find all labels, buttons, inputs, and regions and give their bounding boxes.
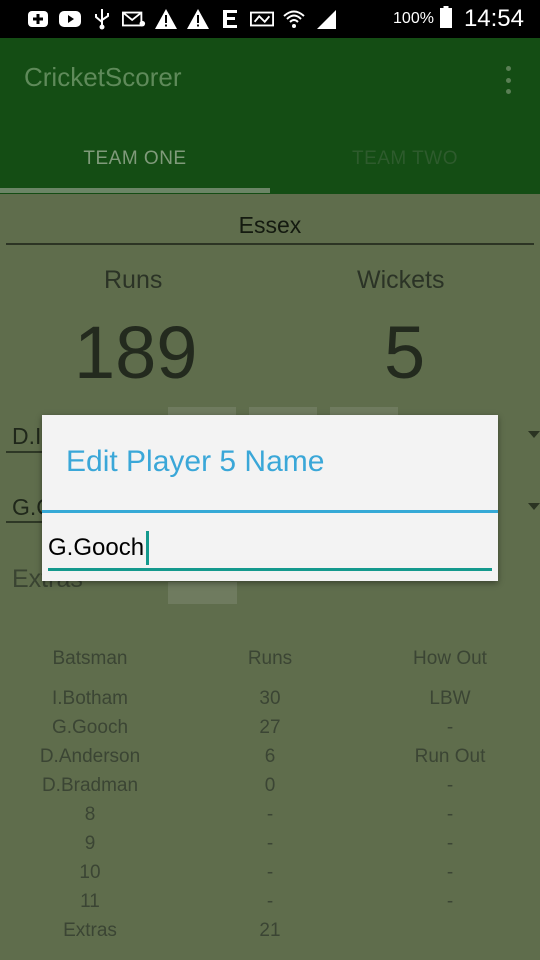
cell-how-out: - — [446, 862, 454, 883]
cell-how-out: - — [446, 891, 454, 912]
cell-runs: - — [266, 833, 274, 854]
cell-batsman: 11 — [80, 891, 100, 912]
clock: 14:54 — [463, 5, 524, 32]
edit-name-dialog: Edit Player 5 Name G.Gooch — [42, 415, 498, 581]
tab-team-one[interactable]: TEAM ONE — [0, 134, 270, 196]
extras-button[interactable] — [168, 582, 237, 604]
dialog-divider — [42, 510, 498, 513]
cell-runs: 21 — [259, 920, 281, 941]
cell-batsman: 8 — [84, 804, 96, 825]
wifi-icon — [282, 8, 306, 30]
dropdown-underline — [6, 451, 46, 453]
table-row: 9 - - — [0, 833, 540, 862]
cell-batsman: Extras — [63, 920, 117, 941]
app-title: CricketScorer — [24, 62, 182, 92]
cell-how-out: Run Out — [414, 746, 486, 767]
usb-icon — [90, 8, 114, 30]
input-underline — [48, 568, 492, 571]
table-row: 11 - - — [0, 891, 540, 920]
wickets-label: Wickets — [357, 266, 445, 294]
nfc-icon — [250, 8, 274, 30]
cell-runs: 30 — [259, 688, 281, 709]
plus-icon — [26, 8, 50, 30]
cell-batsman: 10 — [79, 862, 101, 883]
cell-batsman: 9 — [84, 833, 96, 854]
dropdown-arrow-icon[interactable] — [528, 503, 540, 510]
tab-team-two[interactable]: TEAM TWO — [270, 134, 540, 196]
dropdown-underline — [6, 521, 46, 523]
col-header-runs: Runs — [247, 648, 293, 669]
cell-runs: 27 — [259, 717, 281, 738]
col-header-how-out: How Out — [413, 648, 487, 669]
col-header-batsman: Batsman — [52, 648, 128, 669]
table-row: I.Botham 30 LBW — [0, 688, 540, 717]
table-row: D.Anderson 6 Run Out — [0, 746, 540, 775]
table-row: 10 - - — [0, 862, 540, 891]
warning-icon — [154, 8, 178, 30]
text-cursor — [146, 531, 150, 565]
team-name: Essex — [6, 212, 534, 245]
cell-how-out: - — [446, 804, 454, 825]
cell-batsman: G.Gooch — [51, 717, 129, 738]
player-name-value[interactable]: G.Gooch — [48, 530, 144, 566]
cell-how-out: - — [446, 717, 454, 738]
mail-icon — [122, 8, 146, 30]
runs-value: 189 — [74, 311, 198, 394]
battery-icon — [439, 5, 452, 33]
cell-runs: 0 — [264, 775, 276, 796]
dropdown-arrow-icon[interactable] — [528, 431, 540, 438]
status-right: 100% 14:54 — [393, 5, 524, 33]
table-row: D.Bradman 0 - — [0, 775, 540, 804]
table-row: 8 - - — [0, 804, 540, 833]
cell-batsman: I.Botham — [51, 688, 129, 709]
overflow-menu-icon[interactable] — [498, 66, 518, 94]
cell-runs: - — [266, 862, 274, 883]
table-row: G.Gooch 27 - — [0, 717, 540, 746]
batsman1-dropdown[interactable]: D.I — [12, 423, 41, 450]
status-bar: 100% 14:54 — [0, 0, 540, 38]
wickets-value: 5 — [384, 311, 426, 394]
cell-how-out: - — [446, 833, 454, 854]
cell-batsman: D.Anderson — [39, 746, 141, 767]
dialog-title: Edit Player 5 Name — [66, 445, 325, 478]
cell-how-out: - — [446, 775, 454, 796]
e-icon — [218, 8, 242, 30]
cell-batsman: D.Bradman — [41, 775, 139, 796]
signal-icon — [314, 8, 338, 30]
table-row: Extras 21 — [0, 920, 540, 949]
youtube-icon — [58, 8, 82, 30]
notification-icons — [26, 8, 338, 30]
tab-indicator — [0, 188, 270, 193]
cell-how-out: LBW — [429, 688, 471, 709]
cell-runs: 6 — [264, 746, 276, 767]
app-bar: CricketScorer TEAM ONE TEAM TWO — [0, 38, 540, 194]
player-name-input[interactable]: G.Gooch — [48, 530, 492, 566]
cell-runs: - — [266, 804, 274, 825]
runs-label: Runs — [104, 266, 163, 294]
warning-icon — [186, 8, 210, 30]
cell-runs: - — [266, 891, 274, 912]
battery-percent: 100% — [393, 10, 434, 27]
